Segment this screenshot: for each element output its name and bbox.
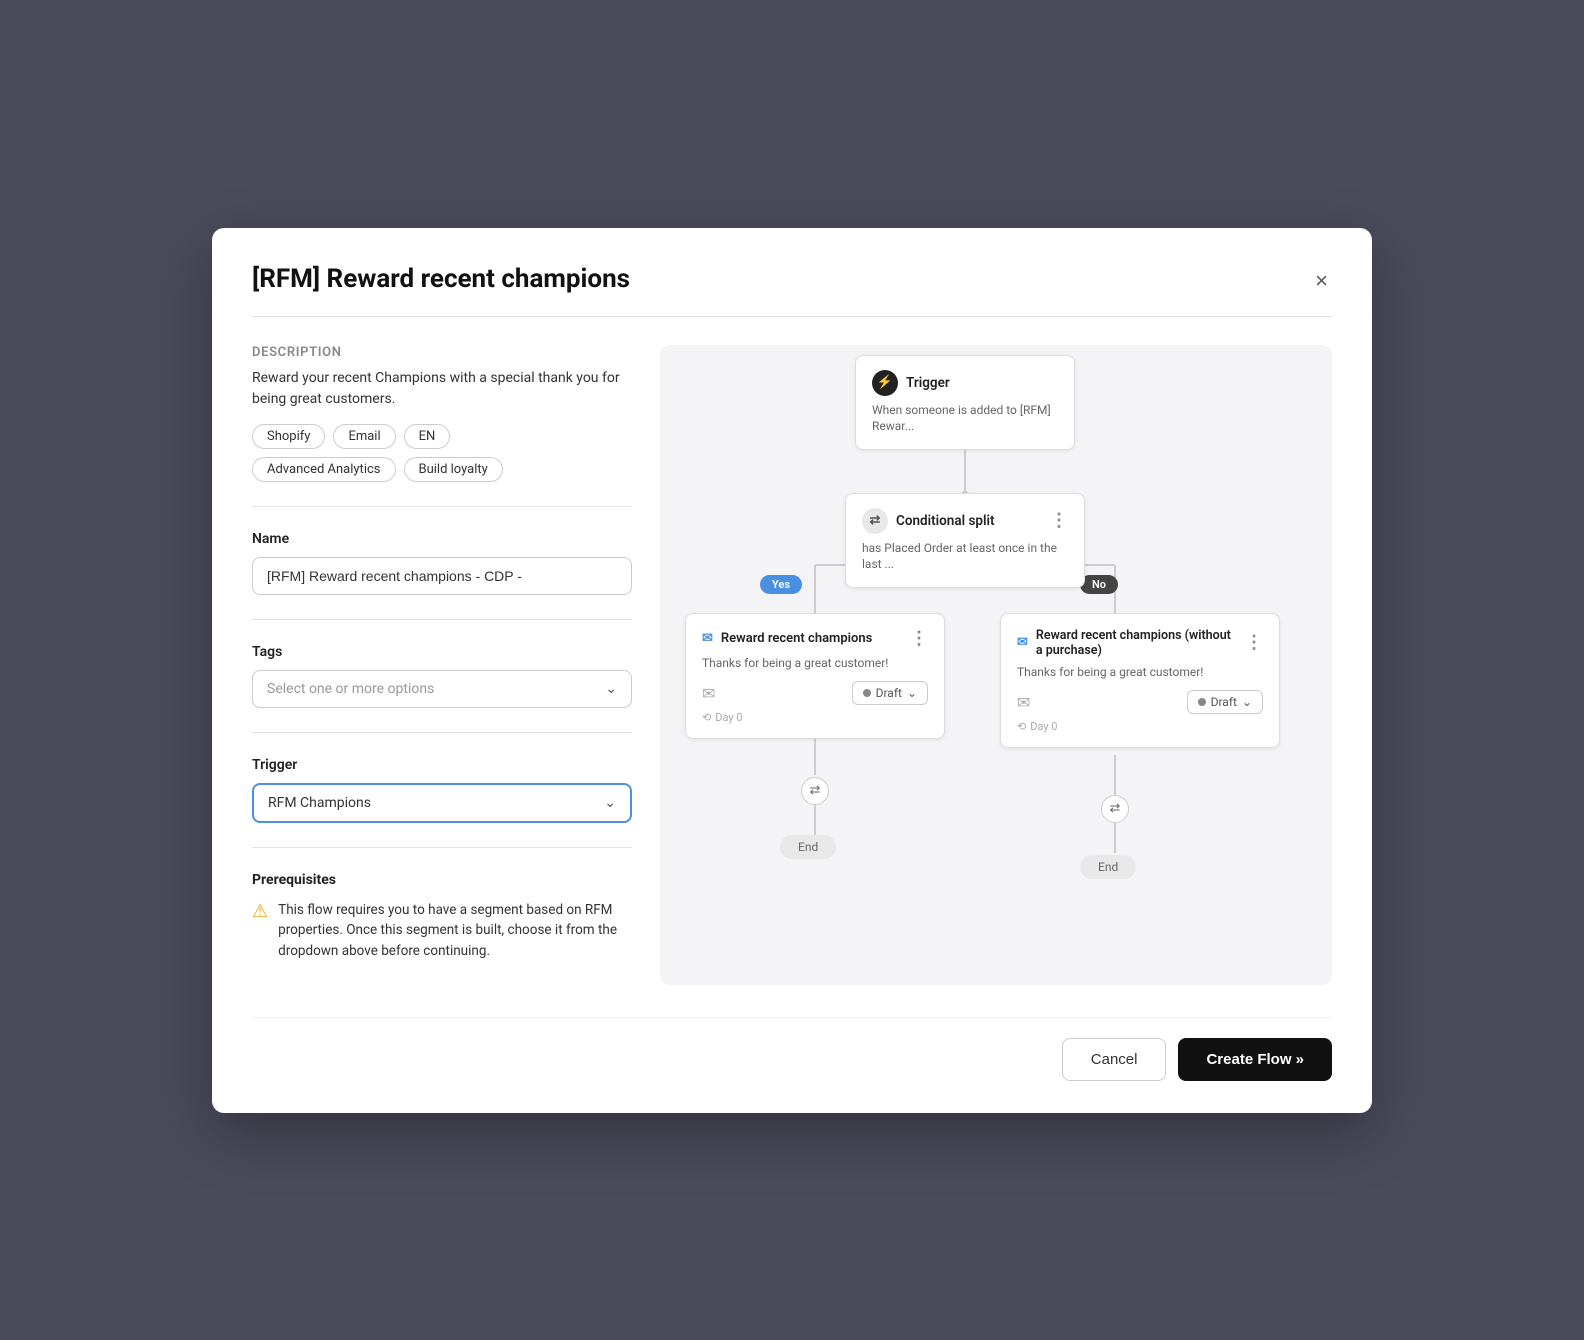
name-input[interactable] <box>252 557 632 595</box>
day-right-icon: ⟲ <box>1017 720 1026 733</box>
email-left-header: ✉ Reward recent champions ⋮ <box>702 628 928 649</box>
end-left-label: End <box>798 840 818 854</box>
section-divider-4 <box>252 847 632 848</box>
trigger-chevron-icon: ⌄ <box>604 795 616 811</box>
trigger-value: RFM Champions <box>268 795 371 811</box>
email-right-sub-icon: ✉ <box>1017 693 1030 712</box>
split-node-body: has Placed Order at least once in the la… <box>862 540 1068 574</box>
trigger-node-title: Trigger <box>906 375 950 391</box>
description-label: Description <box>252 345 632 360</box>
trigger-icon: ⚡ <box>872 370 898 396</box>
trigger-select[interactable]: RFM Champions ⌄ <box>252 783 632 823</box>
email-right-body: Thanks for being a great customer! <box>1017 664 1263 681</box>
email-right-status: Draft <box>1211 695 1237 709</box>
left-panel: Description Reward your recent Champions… <box>252 345 632 985</box>
email-left-status: Draft <box>876 686 902 700</box>
day-left-icon: ⟲ <box>702 711 711 724</box>
trigger-node-body: When someone is added to [RFM] Rewar... <box>872 402 1058 436</box>
modal-body: Description Reward your recent Champions… <box>252 345 1332 985</box>
draft-dot-right <box>1198 698 1206 706</box>
modal-container: [RFM] Reward recent champions × Descript… <box>212 228 1372 1113</box>
pill-en: EN <box>404 424 451 449</box>
prerequisites-section: Prerequisites ⚠ This flow requires you t… <box>252 872 632 963</box>
end-left-node: End <box>780 835 836 859</box>
tags-chevron-icon: ⌄ <box>605 681 617 697</box>
end-right-label: End <box>1098 860 1118 874</box>
sync-left-icon: ⇄ <box>801 777 829 805</box>
email-left-draft-badge[interactable]: Draft ⌄ <box>852 681 928 705</box>
warning-text: This flow requires you to have a segment… <box>278 900 632 963</box>
email-left-sub-icon: ✉ <box>702 684 715 703</box>
section-divider-2 <box>252 619 632 620</box>
modal-header: [RFM] Reward recent champions × <box>252 264 1332 296</box>
modal-footer: Cancel Create Flow » <box>252 1017 1332 1081</box>
pill-shopify: Shopify <box>252 424 325 449</box>
email-left-more-icon[interactable]: ⋮ <box>910 628 928 649</box>
split-node-header: ⇄ Conditional split ⋮ <box>862 508 1068 534</box>
email-right-draft-badge[interactable]: Draft ⌄ <box>1187 690 1263 714</box>
create-flow-button[interactable]: Create Flow » <box>1178 1038 1332 1081</box>
cancel-button[interactable]: Cancel <box>1062 1038 1167 1081</box>
pill-advanced-analytics: Advanced Analytics <box>252 457 396 482</box>
split-node: ⇄ Conditional split ⋮ has Placed Order a… <box>845 493 1085 589</box>
email-left-icon: ✉ <box>702 631 713 646</box>
trigger-node: ⚡ Trigger When someone is added to [RFM]… <box>855 355 1075 451</box>
email-right-header: ✉ Reward recent champions (without a pur… <box>1017 628 1263 658</box>
email-right-node: ✉ Reward recent champions (without a pur… <box>1000 613 1280 749</box>
email-right-footer: ✉ Draft ⌄ <box>1017 690 1263 714</box>
section-divider-1 <box>252 506 632 507</box>
pill-build-loyalty: Build loyalty <box>404 457 503 482</box>
modal-title: [RFM] Reward recent champions <box>252 264 630 295</box>
flow-diagram-panel: ⚡ Trigger When someone is added to [RFM]… <box>660 345 1332 985</box>
tags-placeholder: Select one or more options <box>267 681 434 697</box>
trigger-node-header: ⚡ Trigger <box>872 370 1058 396</box>
prerequisites-title: Prerequisites <box>252 872 632 888</box>
email-left-body: Thanks for being a great customer! <box>702 655 928 672</box>
email-right-more-icon[interactable]: ⋮ <box>1245 632 1263 653</box>
warning-box: ⚠ This flow requires you to have a segme… <box>252 900 632 963</box>
no-badge: No <box>1080 573 1118 592</box>
split-node-title: Conditional split <box>896 513 995 529</box>
no-label: No <box>1080 575 1118 594</box>
email-right-icon: ✉ <box>1017 635 1028 650</box>
split-icon: ⇄ <box>862 508 888 534</box>
warning-icon: ⚠ <box>252 901 268 922</box>
email-left-chevron: ⌄ <box>907 686 917 700</box>
split-more-icon[interactable]: ⋮ <box>1050 510 1068 531</box>
description-text: Reward your recent Champions with a spec… <box>252 368 632 410</box>
email-right-day: ⟲ Day 0 <box>1017 720 1263 733</box>
email-left-footer: ✉ Draft ⌄ <box>702 681 928 705</box>
email-right-chevron: ⌄ <box>1242 695 1252 709</box>
trigger-label: Trigger <box>252 757 632 773</box>
draft-dot-left <box>863 689 871 697</box>
pills-row-2: Advanced Analytics Build loyalty <box>252 457 632 482</box>
sync-right-icon: ⇄ <box>1101 795 1129 823</box>
yes-badge: Yes <box>760 573 802 592</box>
email-left-node: ✉ Reward recent champions ⋮ Thanks for b… <box>685 613 945 740</box>
section-divider-3 <box>252 732 632 733</box>
tags-select[interactable]: Select one or more options ⌄ <box>252 670 632 708</box>
pill-email: Email <box>333 424 395 449</box>
close-button[interactable]: × <box>1311 266 1332 296</box>
email-left-title: Reward recent champions <box>721 631 872 646</box>
email-right-title: Reward recent champions (without a purch… <box>1036 628 1237 658</box>
pills-row: Shopify Email EN <box>252 424 632 449</box>
end-right-node: End <box>1080 855 1136 879</box>
yes-label: Yes <box>760 575 802 594</box>
header-divider <box>252 316 1332 317</box>
email-left-day: ⟲ Day 0 <box>702 711 928 724</box>
tags-label: Tags <box>252 644 632 660</box>
name-label: Name <box>252 531 632 547</box>
